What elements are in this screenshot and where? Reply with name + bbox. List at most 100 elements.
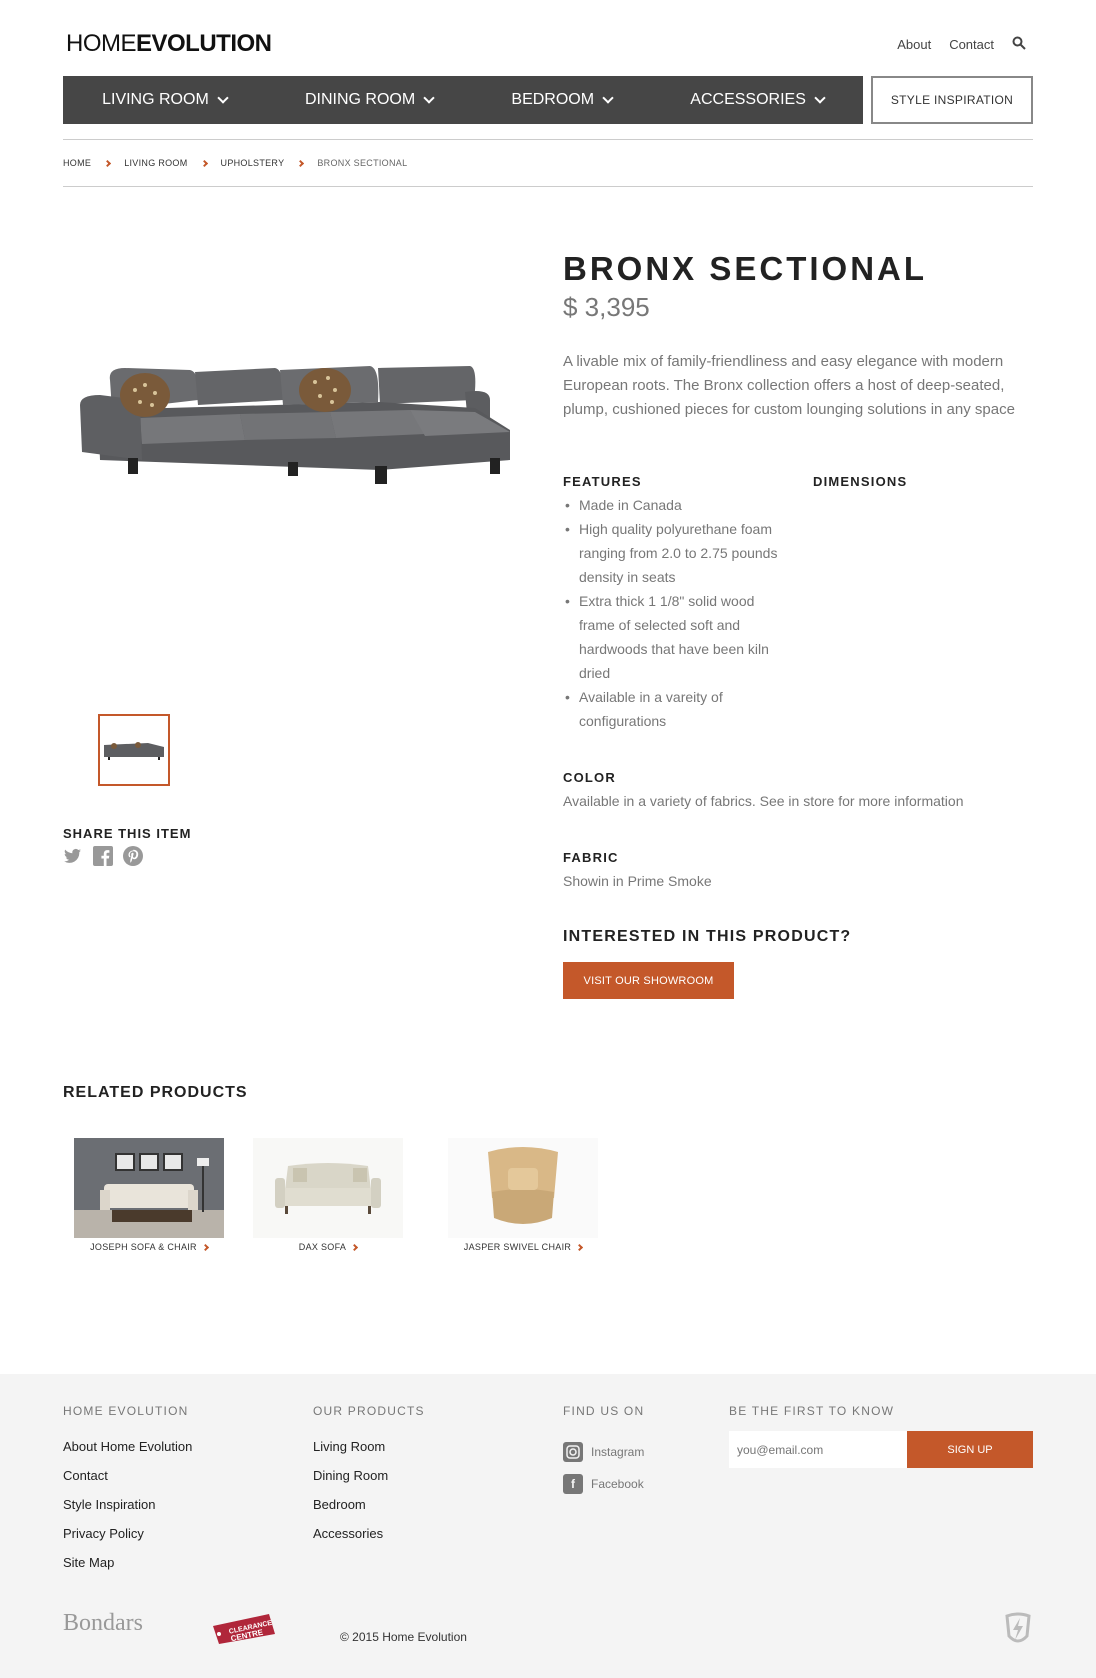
related-item-label[interactable]: JOSEPH SOFA & CHAIR <box>74 1242 224 1252</box>
top-links: About Contact <box>897 36 1026 53</box>
instagram-icon <box>563 1442 583 1462</box>
chevron-down-icon <box>814 91 826 104</box>
footer-links: Living Room Dining Room Bedroom Accessor… <box>313 1439 388 1555</box>
footer-col-find-us: FIND US ON <box>563 1404 645 1418</box>
fabric-title: FABRIC <box>563 850 619 865</box>
footer-link[interactable]: Site Map <box>63 1555 192 1584</box>
clearance-centre-logo[interactable]: CLEARANCE CENTRE <box>207 1612 277 1646</box>
twitter-icon[interactable] <box>63 846 83 866</box>
footer-link[interactable]: Privacy Policy <box>63 1526 192 1555</box>
breadcrumb: HOME LIVING ROOM UPHOLSTERY BRONX SECTIO… <box>63 158 407 168</box>
chevron-right-icon <box>576 1243 584 1251</box>
breadcrumb-living-room[interactable]: LIVING ROOM <box>124 158 187 168</box>
facebook-link[interactable]: f Facebook <box>563 1468 644 1500</box>
share-icons <box>63 846 143 866</box>
color-title: COLOR <box>563 770 616 785</box>
share-title: SHARE THIS ITEM <box>63 826 192 841</box>
footer-link[interactable]: Style Inspiration <box>63 1497 192 1526</box>
breadcrumb-current: BRONX SECTIONAL <box>317 158 408 168</box>
related-label-text: DAX SOFA <box>298 1242 347 1252</box>
footer-col-our-products: OUR PRODUCTS <box>313 1404 425 1418</box>
footer-links: About Home Evolution Contact Style Inspi… <box>63 1439 192 1584</box>
chevron-right-icon <box>351 1243 359 1251</box>
related-products-title: RELATED PRODUCTS <box>63 1084 248 1101</box>
product-price: $ 3,395 <box>563 292 650 322</box>
divider <box>63 186 1033 187</box>
site-footer: HOME EVOLUTION About Home Evolution Cont… <box>0 1374 1096 1678</box>
dimensions-title: DIMENSIONS <box>813 474 908 489</box>
nav-label: ACCESSORIES <box>690 91 806 108</box>
logo-evolution: EVOLUTION <box>136 30 272 57</box>
related-item-image[interactable] <box>74 1138 224 1238</box>
list-item: Available in a vareity of configurations <box>563 685 793 733</box>
brand-bolt-icon <box>1003 1612 1033 1646</box>
nav-living-room[interactable]: LIVING ROOM <box>102 91 229 109</box>
breadcrumb-home[interactable]: HOME <box>63 158 91 168</box>
footer-col-home-evolution: HOME EVOLUTION <box>63 1404 189 1418</box>
related-item-image[interactable] <box>253 1138 403 1238</box>
footer-link[interactable]: About Home Evolution <box>63 1439 192 1468</box>
footer-link[interactable]: Bedroom <box>313 1497 388 1526</box>
related-item-label[interactable]: DAX SOFA <box>253 1242 403 1252</box>
related-label-text: JASPER SWIVEL CHAIR <box>463 1242 572 1252</box>
nav-label: BEDROOM <box>511 91 595 108</box>
visit-showroom-button[interactable]: VISIT OUR SHOWROOM <box>563 962 734 999</box>
footer-link[interactable]: Accessories <box>313 1526 388 1555</box>
color-text: Available in a variety of fabrics. See i… <box>563 793 964 809</box>
about-link[interactable]: About <box>897 37 931 52</box>
search-icon[interactable] <box>1012 36 1026 53</box>
logo-home: HOME <box>66 30 137 57</box>
chevron-down-icon <box>423 91 435 104</box>
pinterest-icon[interactable] <box>123 846 143 866</box>
style-inspiration-button[interactable]: STYLE INSPIRATION <box>871 76 1033 124</box>
nav-bedroom[interactable]: BEDROOM <box>511 91 614 109</box>
related-item-image[interactable] <box>448 1138 598 1238</box>
divider <box>63 139 1033 140</box>
interest-title: INTERESTED IN THIS PRODUCT? <box>563 928 852 945</box>
bondars-logo[interactable]: Bondars <box>63 1610 143 1637</box>
footer-col-newsletter: BE THE FIRST TO KNOW <box>729 1404 895 1418</box>
email-field[interactable] <box>729 1431 907 1468</box>
product-title: BRONX SECTIONAL <box>563 250 928 287</box>
footer-link[interactable]: Living Room <box>313 1439 388 1468</box>
facebook-icon[interactable] <box>93 846 113 866</box>
main-nav: LIVING ROOM DINING ROOM BEDROOM ACCESSOR… <box>63 76 863 124</box>
chevron-right-icon <box>104 159 112 167</box>
instagram-link[interactable]: Instagram <box>563 1436 644 1468</box>
site-logo[interactable]: HOMEEVOLUTION <box>66 30 272 58</box>
list-item: Made in Canada <box>563 493 793 517</box>
copyright: © 2015 Home Evolution <box>340 1630 467 1644</box>
product-description: A livable mix of family-friendliness and… <box>563 353 1015 418</box>
chevron-down-icon <box>217 91 229 104</box>
features-title: FEATURES <box>563 474 642 489</box>
sign-up-button[interactable]: SIGN UP <box>907 1431 1033 1468</box>
contact-link[interactable]: Contact <box>949 37 994 52</box>
social-links: Instagram f Facebook <box>563 1436 644 1500</box>
chevron-right-icon <box>200 159 208 167</box>
list-item: High quality polyurethane foam ranging f… <box>563 517 793 589</box>
facebook-label: Facebook <box>591 1477 644 1491</box>
list-item: Extra thick 1 1/8" solid wood frame of s… <box>563 589 793 685</box>
features-list: Made in Canada High quality polyurethane… <box>563 493 793 733</box>
footer-link[interactable]: Dining Room <box>313 1468 388 1497</box>
chevron-right-icon <box>201 1243 209 1251</box>
nav-label: DINING ROOM <box>304 91 416 108</box>
related-item[interactable]: DAX SOFA <box>253 1138 403 1252</box>
footer-link[interactable]: Contact <box>63 1468 192 1497</box>
related-item[interactable]: JOSEPH SOFA & CHAIR <box>74 1138 224 1252</box>
related-item-label[interactable]: JASPER SWIVEL CHAIR <box>448 1242 598 1252</box>
nav-accessories[interactable]: ACCESSORIES <box>690 91 826 109</box>
facebook-icon: f <box>563 1474 583 1494</box>
product-thumbnail[interactable] <box>98 714 170 786</box>
nav-label: LIVING ROOM <box>102 91 209 108</box>
fabric-text: Showin in Prime Smoke <box>563 873 712 889</box>
product-image <box>80 360 520 510</box>
site-header: HOMEEVOLUTION About Contact <box>0 0 1096 76</box>
chevron-right-icon <box>297 159 305 167</box>
related-label-text: JOSEPH SOFA & CHAIR <box>90 1242 197 1252</box>
instagram-label: Instagram <box>591 1445 645 1459</box>
breadcrumb-upholstery[interactable]: UPHOLSTERY <box>221 158 285 168</box>
nav-dining-room[interactable]: DINING ROOM <box>304 91 435 109</box>
related-item[interactable]: JASPER SWIVEL CHAIR <box>448 1138 598 1252</box>
chevron-down-icon <box>602 91 614 104</box>
